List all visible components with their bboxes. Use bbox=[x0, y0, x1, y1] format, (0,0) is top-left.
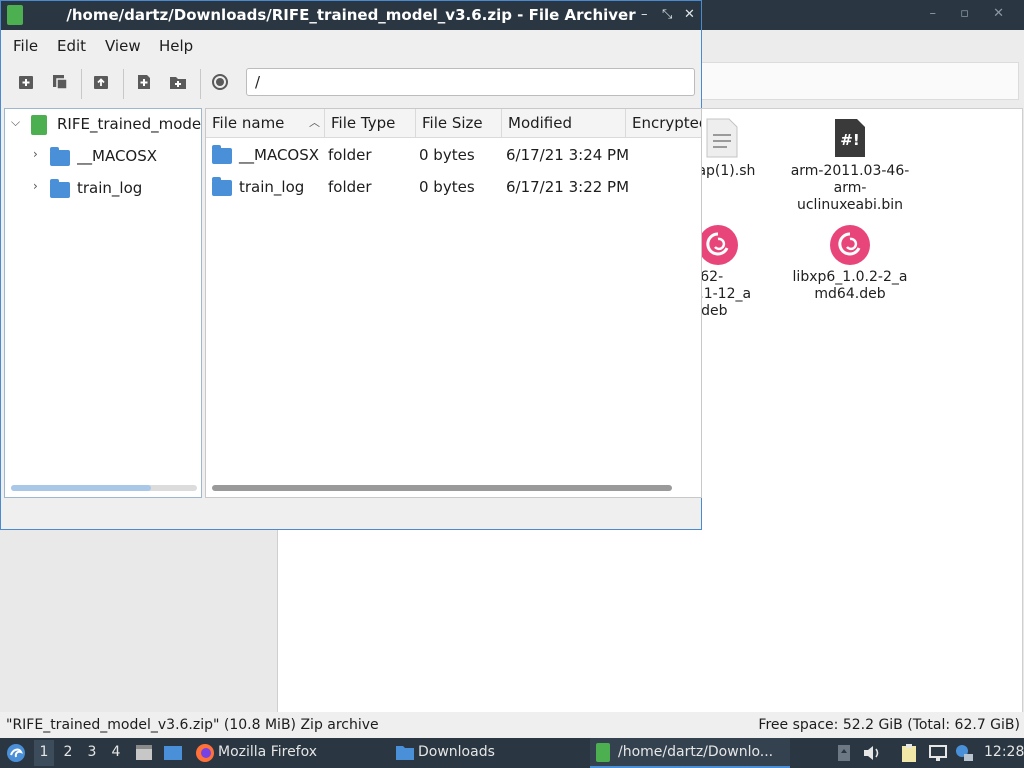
file-manager-window-controls[interactable]: – ▫ ✕ bbox=[930, 6, 1014, 21]
tree-horizontal-scrollbar[interactable] bbox=[11, 485, 197, 491]
file-item-label-line: md64.deb bbox=[814, 286, 886, 302]
workspace-1[interactable]: 1 bbox=[35, 744, 53, 760]
extract-icon[interactable] bbox=[92, 73, 110, 91]
toolbar-separator bbox=[200, 69, 201, 99]
toolbar-separator bbox=[123, 69, 124, 99]
menu-help[interactable]: Help bbox=[159, 37, 193, 55]
folder-icon bbox=[50, 147, 70, 166]
folder-icon bbox=[396, 746, 414, 760]
cell-type: folder bbox=[328, 178, 372, 196]
task-firefox[interactable]: Mozilla Firefox bbox=[218, 744, 317, 760]
add-file-icon[interactable] bbox=[135, 73, 153, 91]
file-item-label-line: uclinuxeabi.bin bbox=[796, 197, 904, 213]
close-icon[interactable]: ✕ bbox=[684, 7, 695, 22]
task-archiver-label: /home/dartz/Downlo... bbox=[618, 744, 774, 760]
task-downloads[interactable]: Downloads bbox=[418, 744, 495, 760]
network-icon[interactable] bbox=[928, 744, 948, 762]
firefox-icon bbox=[196, 744, 214, 762]
column-header-label: File name bbox=[212, 114, 285, 132]
chevron-right-icon[interactable]: › bbox=[33, 179, 38, 193]
sort-ascending-icon: ︿ bbox=[309, 116, 320, 129]
column-header-size[interactable]: File Size bbox=[416, 109, 502, 137]
file-item-label-line: arm- bbox=[833, 180, 867, 196]
tree-item-macosx[interactable]: › __MACOSX bbox=[5, 143, 201, 171]
debian-package-icon bbox=[830, 225, 870, 265]
window-title: /home/dartz/Downloads/RIFE_trained_model… bbox=[66, 6, 636, 24]
cell-modified: 6/17/21 3:22 PM bbox=[506, 178, 630, 196]
file-list[interactable]: File name ︿ File Type File Size Modified… bbox=[205, 108, 702, 498]
archiver-window: /home/dartz/Downloads/RIFE_trained_model… bbox=[0, 0, 702, 530]
file-item-bin[interactable]: #! arm-2011.03-46- arm- uclinuxeabi.bin bbox=[790, 117, 910, 214]
clipboard-icon[interactable] bbox=[900, 743, 918, 763]
clock[interactable]: 12:28 bbox=[984, 744, 1024, 760]
svg-text:#!: #! bbox=[840, 131, 859, 149]
volume-icon[interactable] bbox=[862, 744, 882, 762]
folder-tree[interactable]: ⌵ RIFE_trained_model_ › __MACOSX › train… bbox=[4, 108, 202, 498]
scrollbar-thumb[interactable] bbox=[11, 485, 151, 491]
new-archive-icon[interactable] bbox=[17, 73, 35, 91]
file-manager-launcher-icon[interactable] bbox=[135, 744, 153, 762]
archiver-titlebar[interactable]: /home/dartz/Downloads/RIFE_trained_model… bbox=[1, 1, 701, 30]
tree-item-label: train_log bbox=[77, 179, 143, 197]
tree-item-train-log[interactable]: › train_log bbox=[5, 175, 201, 203]
table-row[interactable]: __MACOSX folder 0 bytes 6/17/21 3:24 PM bbox=[206, 139, 701, 171]
tree-item-label: RIFE_trained_model_ bbox=[57, 115, 201, 133]
file-item-label-line: arm-2011.03-46- bbox=[790, 163, 910, 179]
open-archive-icon[interactable] bbox=[51, 73, 69, 91]
stop-icon[interactable] bbox=[211, 73, 229, 91]
status-selection-info: "RIFE_trained_model_v3.6.zip" (10.8 MiB)… bbox=[6, 717, 379, 733]
column-header-encrypted[interactable]: Encrypted bbox=[626, 109, 701, 137]
menubar: File Edit View Help bbox=[1, 31, 701, 59]
menu-file[interactable]: File bbox=[13, 37, 38, 55]
list-horizontal-scrollbar[interactable] bbox=[212, 485, 672, 491]
taskbar: 1 2 3 4 Mozilla Firefox Downloads /home/… bbox=[0, 738, 1024, 768]
path-input[interactable] bbox=[246, 68, 695, 96]
folder-icon bbox=[212, 145, 232, 164]
list-header: File name ︿ File Type File Size Modified… bbox=[206, 109, 701, 138]
tree-item-label: __MACOSX bbox=[77, 147, 158, 165]
debian-package-icon bbox=[698, 225, 738, 265]
folder-icon bbox=[212, 177, 232, 196]
menu-view[interactable]: View bbox=[105, 37, 141, 55]
chevron-right-icon[interactable]: › bbox=[33, 147, 38, 161]
file-item-label-line: libxp6_1.0.2-2_a bbox=[792, 269, 908, 285]
cell-name: __MACOSX bbox=[239, 146, 320, 164]
cell-name: train_log bbox=[239, 178, 305, 196]
maximize-icon[interactable]: ⤡ bbox=[662, 7, 672, 22]
status-free-space: Free space: 52.2 GiB (Total: 62.7 GiB) bbox=[758, 717, 1020, 733]
menu-edit[interactable]: Edit bbox=[57, 37, 86, 55]
file-manager-address-bar[interactable] bbox=[702, 62, 1019, 100]
add-folder-icon[interactable] bbox=[169, 73, 187, 91]
cell-size: 0 bytes bbox=[419, 178, 475, 196]
file-item-deb-2[interactable]: libxp6_1.0.2-2_a md64.deb bbox=[790, 225, 910, 303]
workspace-4[interactable]: 4 bbox=[107, 744, 125, 760]
archive-icon bbox=[31, 115, 47, 135]
column-header-type[interactable]: File Type bbox=[325, 109, 416, 137]
scroll-indicator-icon[interactable] bbox=[836, 743, 852, 763]
table-row[interactable]: train_log folder 0 bytes 6/17/21 3:22 PM bbox=[206, 171, 701, 203]
folder-icon bbox=[50, 179, 70, 198]
show-desktop-icon[interactable] bbox=[163, 744, 183, 762]
column-header-name[interactable]: File name ︿ bbox=[206, 109, 325, 137]
file-manager-statusbar: "RIFE_trained_model_v3.6.zip" (10.8 MiB)… bbox=[0, 712, 1024, 738]
cell-size: 0 bytes bbox=[419, 146, 475, 164]
start-menu-icon[interactable] bbox=[6, 743, 26, 763]
column-header-modified[interactable]: Modified bbox=[502, 109, 626, 137]
script-file-icon: #! bbox=[835, 119, 865, 157]
archive-app-icon bbox=[596, 743, 610, 762]
chevron-down-icon[interactable]: ⌵ bbox=[11, 115, 20, 130]
tree-item-root[interactable]: ⌵ RIFE_trained_model_ bbox=[5, 111, 201, 139]
toolbar-separator bbox=[81, 69, 82, 99]
cell-modified: 6/17/21 3:24 PM bbox=[506, 146, 630, 164]
workspace-2[interactable]: 2 bbox=[59, 744, 77, 760]
minimize-icon[interactable]: – bbox=[641, 7, 648, 22]
update-notifier-icon[interactable] bbox=[954, 743, 974, 763]
text-file-icon bbox=[706, 118, 738, 158]
workspace-3[interactable]: 3 bbox=[83, 744, 101, 760]
cell-type: folder bbox=[328, 146, 372, 164]
task-archiver-active[interactable]: /home/dartz/Downlo... bbox=[590, 738, 790, 768]
